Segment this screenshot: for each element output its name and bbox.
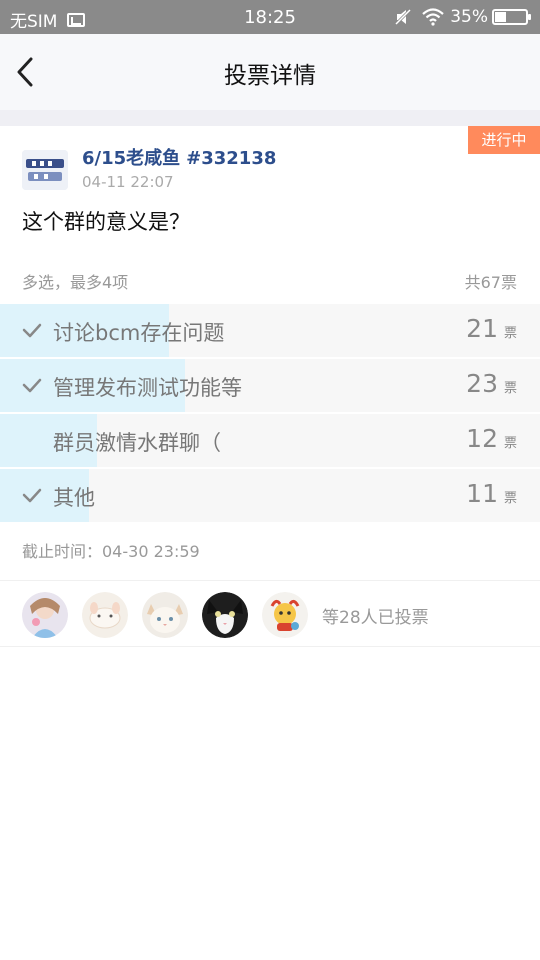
author-nickname: 6/15老咸鱼 (82, 148, 181, 169)
group-id: #332138 (186, 148, 277, 169)
battery-icon: ⚡ (492, 9, 531, 25)
page-title: 投票详情 (224, 63, 316, 89)
title-bar: 投票详情 (0, 34, 540, 110)
poll-meta: 多选，最多4项 共67票 (22, 269, 517, 293)
check-icon (22, 488, 42, 503)
check-icon (22, 378, 42, 393)
deadline-text: 截止时间：04-30 23:59 (22, 542, 200, 561)
voter-avatar[interactable] (202, 592, 248, 638)
option-count: 23 票 (466, 369, 517, 398)
voter-avatar[interactable] (82, 592, 128, 638)
divider (0, 580, 540, 581)
voter-summary: 等28人已投票 (322, 607, 429, 628)
option-label: 讨论bcm存在问题 (53, 321, 225, 345)
divider (0, 646, 540, 647)
section-gap (0, 110, 540, 126)
voter-avatar[interactable] (262, 592, 308, 638)
battery-fill (495, 12, 507, 22)
option-label: 管理发布测试功能等 (53, 376, 242, 400)
vote-mode: 多选，最多4项 (22, 273, 129, 292)
status-bar: 无SIM 18:25 35% ⚡ (0, 0, 540, 34)
poll-option[interactable]: 管理发布测试功能等 23 票 (0, 359, 540, 412)
option-count: 21 票 (466, 314, 517, 343)
poll-option[interactable]: 讨论bcm存在问题 21 票 (0, 304, 540, 357)
option-label: 其他 (53, 486, 95, 510)
author-avatar[interactable] (22, 150, 68, 190)
poll-options: 讨论bcm存在问题 21 票 管理发布测试功能等 23 票 群员激情水群聊（ 12 票… (0, 304, 540, 524)
voter-list[interactable]: 等28人已投票 (22, 592, 429, 638)
option-count: 11 票 (466, 479, 517, 508)
battery-percent: 35% (450, 7, 488, 27)
check-icon (22, 323, 42, 338)
status-badge: 进行中 (465, 126, 540, 154)
total-votes: 共67票 (464, 273, 517, 292)
mute-icon (395, 8, 412, 26)
poll-card: 进行中 6/15老咸鱼 #332138 04-11 22:07 这个群的意义是？ … (0, 126, 540, 960)
poll-question: 这个群的意义是？ (22, 210, 190, 234)
post-time: 04-11 22:07 (82, 173, 174, 191)
voter-avatar[interactable] (22, 592, 68, 638)
poll-option[interactable]: 其他 11 票 (0, 469, 540, 522)
poll-option[interactable]: 群员激情水群聊（ 12 票 (0, 414, 540, 467)
wifi-icon (422, 8, 444, 26)
author-name[interactable]: 6/15老咸鱼 #332138 (82, 144, 276, 170)
voter-avatar[interactable] (142, 592, 188, 638)
option-label: 群员激情水群聊（ (53, 431, 221, 455)
option-count: 12 票 (466, 424, 517, 453)
